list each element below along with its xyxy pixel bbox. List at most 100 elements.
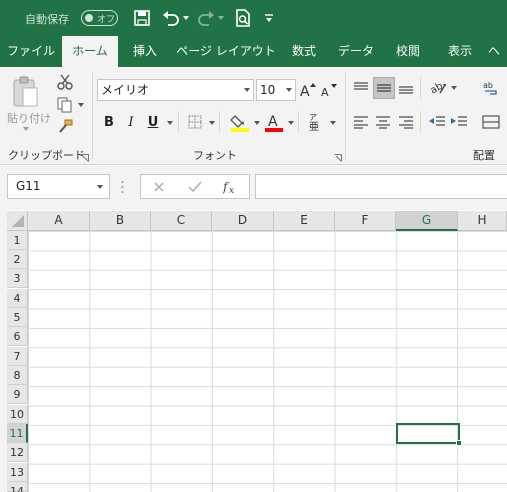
tab-help[interactable]: ヘ (488, 36, 507, 67)
row-header-8[interactable]: 8 (7, 366, 28, 385)
underline-dropdown-icon[interactable] (167, 121, 173, 125)
customize-qat-icon[interactable] (262, 8, 276, 28)
divider (219, 111, 220, 133)
font-size-combo[interactable]: 10 (256, 79, 296, 101)
align-left-icon[interactable] (351, 111, 371, 133)
fill-color-dropdown-icon[interactable] (254, 121, 260, 125)
print-preview-icon[interactable] (233, 8, 253, 28)
enter-icon[interactable] (187, 179, 203, 195)
borders-icon[interactable] (186, 113, 204, 131)
increase-font-size-icon[interactable]: A (299, 80, 319, 100)
column-header-c[interactable]: C (151, 211, 212, 231)
alignment-group-label: 配置 (473, 149, 495, 162)
increase-indent-icon[interactable] (449, 111, 469, 133)
tab-insert[interactable]: 挿入 (120, 36, 170, 67)
phonetic-dropdown-icon[interactable] (330, 121, 336, 125)
tab-view[interactable]: 表示 (436, 36, 484, 67)
formula-bar-grip-icon[interactable] (121, 180, 124, 194)
merge-center-icon[interactable] (480, 111, 502, 133)
column-header-d[interactable]: D (212, 211, 274, 231)
font-color-dropdown-icon[interactable] (288, 121, 294, 125)
paste-icon[interactable] (10, 75, 40, 111)
row-header-7[interactable]: 7 (7, 347, 28, 366)
row-header-5[interactable]: 5 (7, 308, 28, 327)
tab-data[interactable]: データ (330, 36, 382, 67)
phonetic-guide-icon[interactable]: ア亜 (306, 111, 328, 133)
select-all-button[interactable] (7, 211, 28, 231)
orientation-dropdown-icon[interactable] (451, 86, 457, 90)
row-header-1[interactable]: 1 (7, 231, 28, 250)
format-painter-icon[interactable] (56, 118, 74, 136)
borders-dropdown-icon[interactable] (209, 121, 215, 125)
font-color-icon[interactable]: A (263, 111, 285, 133)
column-header-e[interactable]: E (274, 211, 335, 231)
copy-icon[interactable] (56, 96, 74, 114)
cell-area[interactable] (28, 231, 507, 492)
row-header-10[interactable]: 10 (7, 405, 28, 424)
middle-align-icon[interactable] (373, 77, 395, 99)
font-name-combo[interactable]: メイリオ (97, 79, 254, 101)
active-cell-g11[interactable] (396, 423, 460, 444)
name-box[interactable]: G11 (7, 174, 110, 199)
font-launcher-icon[interactable] (334, 151, 342, 162)
tab-home[interactable]: ホーム (62, 36, 118, 68)
row-header-3[interactable]: 3 (7, 269, 28, 288)
group-divider (92, 73, 93, 159)
name-box-dropdown-icon[interactable] (97, 185, 103, 189)
ribbon-tabs: ファイル ホーム 挿入 ページ レイアウト 数式 データ 校閲 表示 ヘ (0, 36, 507, 68)
fill-handle[interactable] (456, 440, 462, 446)
bold-button[interactable]: B (100, 113, 118, 131)
font-size-dropdown-icon[interactable] (286, 88, 292, 92)
tab-file[interactable]: ファイル (0, 36, 62, 67)
save-icon[interactable] (132, 8, 152, 28)
toggle-knob (85, 14, 93, 22)
row-header-13[interactable]: 13 (7, 463, 28, 482)
cut-icon[interactable] (56, 73, 74, 91)
divider (178, 111, 179, 133)
row-header-9[interactable]: 9 (7, 385, 28, 404)
align-right-icon[interactable] (396, 111, 416, 133)
paste-dropdown-icon[interactable] (23, 127, 29, 131)
font-color-swatch (265, 128, 283, 132)
tab-review[interactable]: 校閲 (384, 36, 432, 67)
svg-text:x: x (229, 186, 234, 194)
title-bar: 自動保存 オフ (0, 0, 507, 36)
column-header-a[interactable]: A (28, 211, 90, 231)
font-name-dropdown-icon[interactable] (244, 88, 250, 92)
wrap-text-icon[interactable]: ab (480, 77, 502, 99)
column-header-g[interactable]: G (396, 211, 458, 231)
copy-dropdown-icon[interactable] (78, 103, 84, 107)
cancel-icon[interactable] (151, 179, 167, 195)
row-header-12[interactable]: 12 (7, 443, 28, 462)
decrease-indent-icon[interactable] (427, 111, 447, 133)
row-header-14[interactable]: 14 (7, 482, 28, 492)
bottom-align-icon[interactable] (396, 77, 416, 99)
italic-button[interactable]: I (122, 113, 140, 131)
paste-label[interactable]: 貼り付け (7, 110, 51, 126)
fill-color-icon[interactable] (229, 111, 251, 133)
tab-page-layout[interactable]: ページ レイアウト (174, 36, 278, 67)
row-header-6[interactable]: 6 (7, 327, 28, 346)
undo-dropdown-icon[interactable] (181, 8, 191, 28)
row-header-4[interactable]: 4 (7, 289, 28, 308)
column-header-f[interactable]: F (335, 211, 396, 231)
clipboard-launcher-icon[interactable] (81, 151, 89, 162)
row-header-2[interactable]: 2 (7, 250, 28, 269)
align-center-icon[interactable] (373, 111, 393, 133)
decrease-font-size-icon[interactable]: A (320, 80, 340, 100)
underline-button[interactable]: U (144, 113, 162, 131)
column-header-b[interactable]: B (90, 211, 151, 231)
svg-text:ab: ab (483, 81, 493, 90)
column-header-h[interactable]: H (458, 211, 507, 231)
redo-icon[interactable] (196, 8, 216, 28)
top-align-icon[interactable] (351, 77, 371, 99)
formula-input[interactable] (255, 174, 507, 199)
tab-formulas[interactable]: 数式 (280, 36, 328, 67)
font-group-label: フォント (193, 149, 237, 162)
row-header-11[interactable]: 11 (7, 424, 28, 443)
autosave-toggle[interactable]: オフ (81, 10, 118, 26)
redo-dropdown-icon[interactable] (216, 8, 226, 28)
insert-function-icon[interactable]: fx (221, 178, 241, 196)
undo-icon[interactable] (161, 8, 181, 28)
orientation-icon[interactable]: ab (427, 77, 449, 99)
